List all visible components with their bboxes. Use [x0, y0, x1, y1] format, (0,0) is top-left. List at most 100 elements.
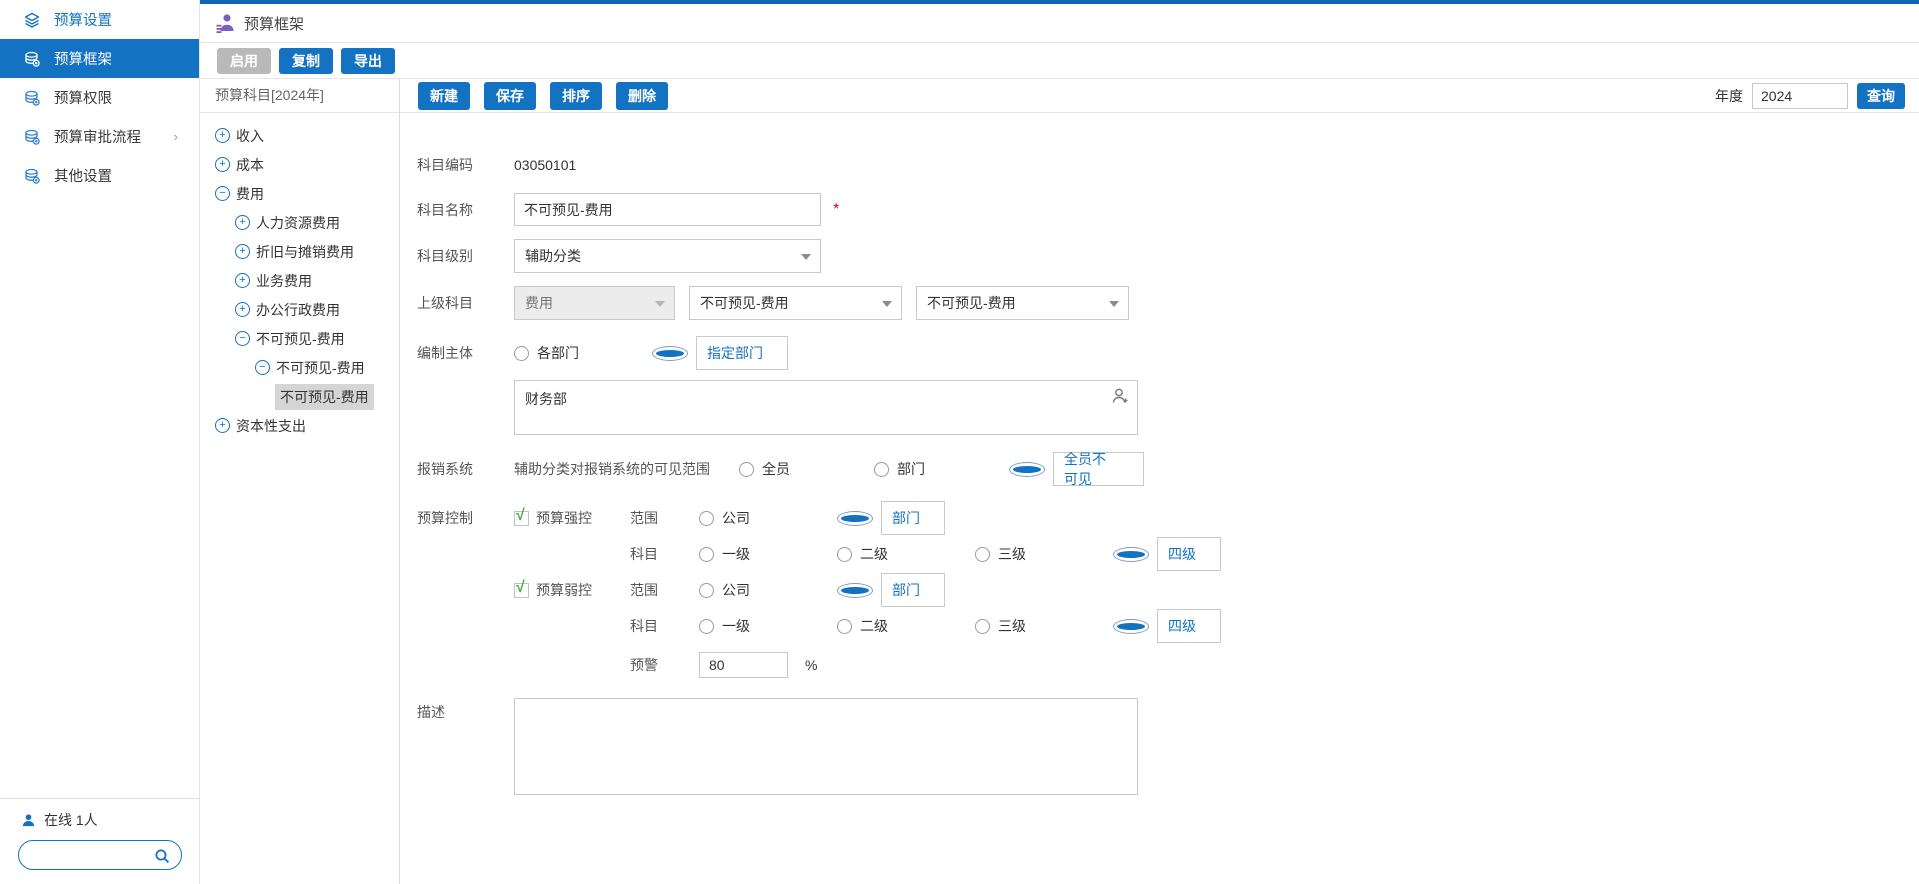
expand-plus-icon[interactable]: + [235, 215, 250, 230]
radio-option-四级[interactable]: 四级 [1113, 609, 1251, 643]
expand-plus-icon[interactable]: + [235, 244, 250, 259]
page-title: 预算框架 [244, 13, 304, 34]
sidebar-item-4[interactable]: 预算审批流程› [0, 117, 199, 156]
reimburse-visibility-hint: 辅助分类对报销系统的可见范围 [514, 459, 739, 479]
radio-option-一级[interactable]: 一级 [699, 616, 837, 636]
parent-subject-value-3: 不可预见-费用 [927, 293, 1016, 313]
tree-item-费用[interactable]: −费用 [200, 179, 399, 208]
radio-option-公司[interactable]: 公司 [699, 580, 837, 600]
radio-selected-icon[interactable] [652, 346, 688, 361]
tree-item-不可预见-费用[interactable]: 不可预见-费用 [200, 382, 399, 411]
radio-option-公司[interactable]: 公司 [699, 508, 837, 528]
radio-icon[interactable] [514, 346, 529, 361]
weak-control-checkbox[interactable]: √ 预算弱控 [514, 580, 630, 600]
radio-option-label: 二级 [860, 616, 888, 636]
tree-item-资本性支出[interactable]: +资本性支出 [200, 411, 399, 440]
radio-icon[interactable] [975, 619, 990, 634]
tree-item-label: 费用 [236, 184, 264, 204]
sidebar-bottom: 在线 1人 [0, 798, 199, 884]
radio-option-指定部门[interactable]: 指定部门 [652, 336, 790, 370]
radio-option-label: 部门 [881, 501, 945, 535]
radio-icon[interactable] [699, 511, 714, 526]
parent-subject-select-2[interactable]: 不可预见-费用 [689, 286, 902, 320]
radio-option-部门[interactable]: 部门 [874, 459, 1009, 479]
radio-icon[interactable] [837, 547, 852, 562]
sidebar-item-3[interactable]: 预算权限 [0, 78, 199, 117]
radio-icon[interactable] [699, 547, 714, 562]
warning-threshold-input[interactable] [699, 652, 788, 678]
radio-icon[interactable] [699, 583, 714, 598]
expand-plus-icon[interactable]: + [235, 273, 250, 288]
radio-option-四级[interactable]: 四级 [1113, 537, 1251, 571]
tree-item-成本[interactable]: +成本 [200, 150, 399, 179]
radio-option-二级[interactable]: 二级 [837, 616, 975, 636]
description-textarea[interactable] [514, 698, 1138, 795]
coins-icon [23, 50, 41, 68]
tree-item-收入[interactable]: +收入 [200, 121, 399, 150]
subject-level-select[interactable]: 辅助分类 [514, 239, 821, 273]
radio-option-全员不可见[interactable]: 全员不可见 [1009, 452, 1144, 486]
collapse-minus-icon[interactable]: − [255, 360, 270, 375]
designated-department-box[interactable]: 财务部 [514, 380, 1138, 435]
expand-plus-icon[interactable]: + [215, 128, 230, 143]
collapse-minus-icon[interactable]: − [215, 186, 230, 201]
sidebar-item-5[interactable]: 其他设置 [0, 156, 199, 195]
radio-icon[interactable] [837, 619, 852, 634]
radio-option-三级[interactable]: 三级 [975, 544, 1113, 564]
radio-option-各部门[interactable]: 各部门 [514, 343, 652, 363]
radio-option-二级[interactable]: 二级 [837, 544, 975, 564]
radio-option-label: 部门 [897, 459, 925, 479]
collapse-minus-icon[interactable]: − [235, 331, 250, 346]
tree-item-不可预见-费用[interactable]: −不可预见-费用 [200, 353, 399, 382]
strong-scope-label: 范围 [630, 508, 699, 528]
chevron-down-icon [882, 301, 892, 307]
radio-option-部门[interactable]: 部门 [837, 501, 975, 535]
sidebar-item-1[interactable]: 预算设置 [0, 0, 199, 39]
coins-icon [23, 89, 41, 107]
strong-control-checkbox[interactable]: √ 预算强控 [514, 508, 630, 528]
parent-subject-select-1[interactable]: 费用 [514, 286, 675, 320]
expand-plus-icon[interactable]: + [215, 418, 230, 433]
radio-icon[interactable] [739, 462, 754, 477]
sort-button[interactable]: 排序 [550, 82, 602, 110]
delete-button[interactable]: 删除 [616, 82, 668, 110]
tree-item-业务费用[interactable]: +业务费用 [200, 266, 399, 295]
enable-button[interactable]: 启用 [217, 48, 271, 74]
tree-item-办公行政费用[interactable]: +办公行政费用 [200, 295, 399, 324]
chevron-down-icon [1109, 301, 1119, 307]
radio-selected-icon[interactable] [1113, 619, 1149, 634]
query-button[interactable]: 查询 [1857, 83, 1905, 109]
tree-item-折旧与摊销费用[interactable]: +折旧与摊销费用 [200, 237, 399, 266]
radio-icon[interactable] [874, 462, 889, 477]
save-button[interactable]: 保存 [484, 82, 536, 110]
radio-selected-icon[interactable] [837, 511, 873, 526]
radio-option-部门[interactable]: 部门 [837, 573, 975, 607]
tree-item-不可预见-费用[interactable]: −不可预见-费用 [200, 324, 399, 353]
subject-name-input[interactable] [514, 193, 821, 226]
search-icon[interactable] [153, 847, 171, 865]
checkbox-icon[interactable]: √ [514, 583, 529, 598]
radio-icon[interactable] [975, 547, 990, 562]
checkbox-icon[interactable]: √ [514, 511, 529, 526]
radio-option-三级[interactable]: 三级 [975, 616, 1113, 636]
new-button[interactable]: 新建 [418, 82, 470, 110]
expand-plus-icon[interactable]: + [215, 157, 230, 172]
radio-selected-icon[interactable] [837, 583, 873, 598]
tree-item-人力资源费用[interactable]: +人力资源费用 [200, 208, 399, 237]
year-input[interactable] [1752, 83, 1848, 109]
expand-plus-icon[interactable]: + [235, 302, 250, 317]
export-button[interactable]: 导出 [341, 48, 395, 74]
add-user-icon[interactable] [1110, 386, 1130, 406]
radio-option-全员[interactable]: 全员 [739, 459, 874, 479]
sidebar-item-2[interactable]: 预算框架 [0, 39, 199, 78]
strong-subject-label: 科目 [630, 544, 699, 564]
radio-icon[interactable] [699, 619, 714, 634]
radio-selected-icon[interactable] [1113, 547, 1149, 562]
parent-subject-select-3[interactable]: 不可预见-费用 [916, 286, 1129, 320]
budget-control-section: 预算控制 √ 预算强控 范围 公司部门 科目 一级二 [417, 507, 1919, 678]
radio-option-一级[interactable]: 一级 [699, 544, 837, 564]
radio-selected-icon[interactable] [1009, 462, 1045, 477]
copy-button[interactable]: 复制 [279, 48, 333, 74]
radio-option-label: 二级 [860, 544, 888, 564]
radio-option-label: 一级 [722, 544, 750, 564]
